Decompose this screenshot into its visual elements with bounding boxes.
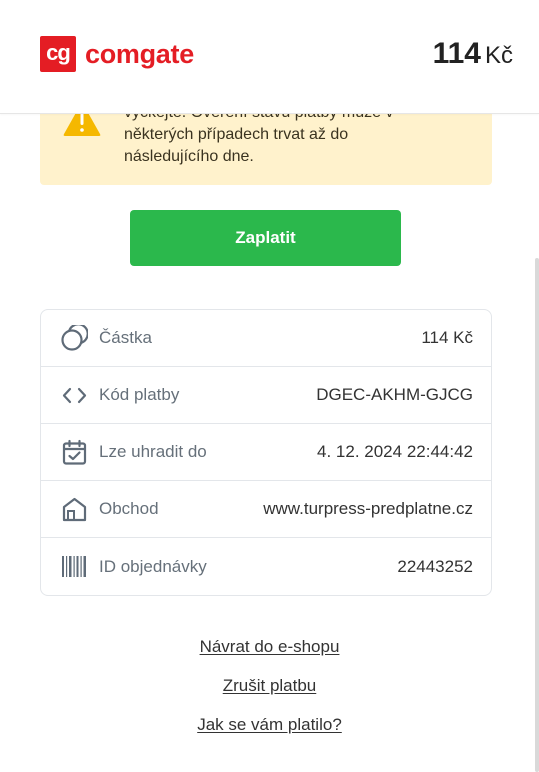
footer-links: Návrat do e-shopu Zrušit platbu Jak se v… <box>0 636 539 753</box>
logo-badge: cg <box>40 36 76 72</box>
coins-icon <box>61 325 88 351</box>
calendar-check-icon <box>62 439 87 465</box>
detail-label: Částka <box>99 328 152 347</box>
store-icon <box>62 497 87 522</box>
detail-label: ID objednávky <box>99 556 207 576</box>
payment-page: vyčkejte. Ověření stavu platby může v ně… <box>0 0 539 772</box>
amount-number: 114 <box>432 37 481 70</box>
detail-value: www.turpress-predplatne.cz <box>263 499 473 518</box>
detail-label: Obchod <box>99 499 159 518</box>
detail-row-shop: Obchod www.turpress-predplatne.cz <box>41 481 491 538</box>
payment-details-card: Částka 114 Kč Kód platby DGEC-AKHM-GJCG … <box>40 309 492 596</box>
detail-label: Lze uhradit do <box>99 442 207 461</box>
feedback-link[interactable]: Jak se vám platilo? <box>0 714 539 753</box>
detail-value: 114 Kč <box>421 328 473 347</box>
detail-value: DGEC-AKHM-GJCG <box>316 385 473 404</box>
barcode-icon <box>62 556 86 577</box>
detail-value: 22443252 <box>397 556 473 576</box>
cancel-payment-link[interactable]: Zrušit platbu <box>0 675 539 714</box>
logo-text: comgate <box>85 38 194 69</box>
pay-button[interactable]: Zaplatit <box>130 210 401 266</box>
detail-label: Kód platby <box>99 385 180 404</box>
detail-row-amount: Částka 114 Kč <box>41 310 491 367</box>
detail-row-order-id: ID objednávky 22443252 <box>41 538 491 595</box>
return-to-shop-link[interactable]: Návrat do e-shopu <box>0 636 539 675</box>
code-icon <box>62 387 87 404</box>
detail-row-payment-code: Kód platby DGEC-AKHM-GJCG <box>41 367 491 424</box>
detail-row-due-date: Lze uhradit do 4. 12. 2024 22:44:42 <box>41 424 491 481</box>
scrollbar[interactable] <box>535 258 539 772</box>
amount-currency: Kč <box>484 42 513 69</box>
header-amount: 114 Kč <box>433 37 513 71</box>
detail-value: 4. 12. 2024 22:44:42 <box>317 442 473 461</box>
comgate-logo: cg comgate <box>40 36 194 72</box>
header: cg comgate 114 Kč <box>0 0 539 114</box>
